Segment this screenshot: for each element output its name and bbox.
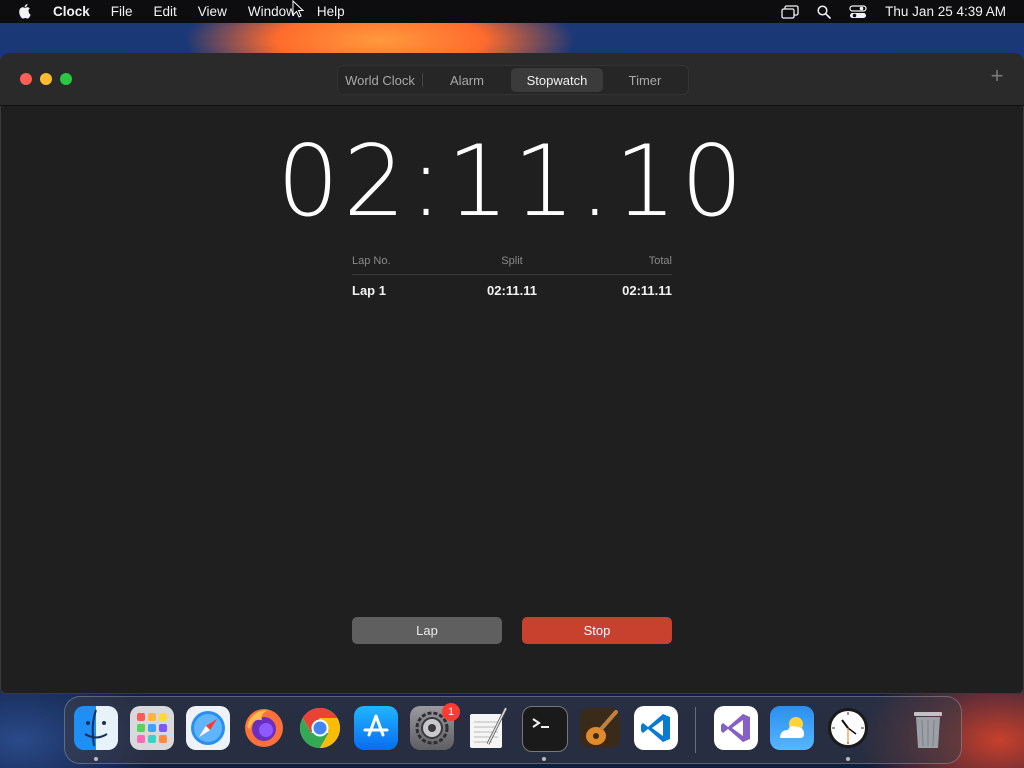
clock-window: World Clock Alarm Stopwatch Timer + 02:1…	[0, 53, 1024, 694]
finder-icon[interactable]	[74, 706, 118, 750]
zoom-window-button[interactable]	[60, 73, 72, 85]
menu-bar: Clock File Edit View Window Help Thu Jan…	[0, 0, 1024, 23]
dock: 1	[64, 696, 962, 764]
firefox-icon[interactable]	[242, 706, 286, 750]
menu-window[interactable]: Window	[248, 4, 296, 19]
lap-button[interactable]: Lap	[352, 617, 502, 644]
clock-icon[interactable]	[826, 706, 870, 750]
weather-icon[interactable]	[770, 706, 814, 750]
textedit-icon[interactable]	[466, 706, 510, 750]
total-header: Total	[648, 255, 672, 267]
split-header: Split	[501, 255, 523, 267]
running-indicator	[94, 757, 98, 761]
dock-separator	[695, 707, 696, 753]
menu-app-name[interactable]: Clock	[53, 4, 90, 19]
mouse-cursor-icon	[292, 0, 304, 18]
running-indicator	[542, 757, 546, 761]
add-button[interactable]: +	[988, 65, 1006, 87]
chrome-icon[interactable]	[298, 706, 342, 750]
tab-alarm[interactable]: Alarm	[423, 68, 511, 92]
launchpad-icon[interactable]	[130, 706, 174, 750]
close-window-button[interactable]	[20, 73, 32, 85]
mode-tab-bar: World Clock Alarm Stopwatch Timer	[337, 65, 689, 95]
visual-studio-icon[interactable]	[714, 706, 758, 750]
title-bar: World Clock Alarm Stopwatch Timer +	[0, 53, 1024, 106]
lap-table-header: Lap No. Split Total	[352, 255, 672, 275]
trash-icon[interactable]	[906, 706, 950, 750]
garageband-icon[interactable]	[578, 706, 622, 750]
menu-view[interactable]: View	[198, 4, 227, 19]
lap-total: 02:11.11	[622, 283, 672, 298]
lap-split: 02:11.11	[487, 283, 537, 298]
menu-file[interactable]: File	[111, 4, 133, 19]
stop-button[interactable]: Stop	[522, 617, 672, 644]
minimize-window-button[interactable]	[40, 73, 52, 85]
terminal-icon[interactable]	[522, 706, 568, 752]
table-row: Lap 1 02:11.11 02:11.11	[352, 275, 672, 298]
screen-mirroring-icon[interactable]	[781, 4, 799, 19]
stopwatch-time-display: 02:11.10	[276, 125, 748, 239]
lap-table: Lap No. Split Total Lap 1 02:11.11 02:11…	[352, 255, 672, 298]
tab-timer[interactable]: Timer	[603, 68, 687, 92]
spotlight-search-icon[interactable]	[817, 4, 832, 19]
menu-help[interactable]: Help	[317, 4, 345, 19]
menubar-clock[interactable]: Thu Jan 25 4:39 AM	[885, 4, 1006, 19]
tab-stopwatch[interactable]: Stopwatch	[511, 68, 603, 92]
lap-number: Lap 1	[352, 283, 386, 298]
notification-badge: 1	[442, 703, 460, 721]
lap-number-header: Lap No.	[352, 255, 391, 267]
app-store-icon[interactable]	[354, 706, 398, 750]
safari-icon[interactable]	[186, 706, 230, 750]
menu-edit[interactable]: Edit	[154, 4, 177, 19]
control-center-icon[interactable]	[849, 4, 867, 19]
tab-world-clock[interactable]: World Clock	[338, 68, 422, 92]
running-indicator	[846, 757, 850, 761]
apple-menu-icon[interactable]	[17, 3, 35, 21]
vscode-icon[interactable]	[634, 706, 678, 750]
